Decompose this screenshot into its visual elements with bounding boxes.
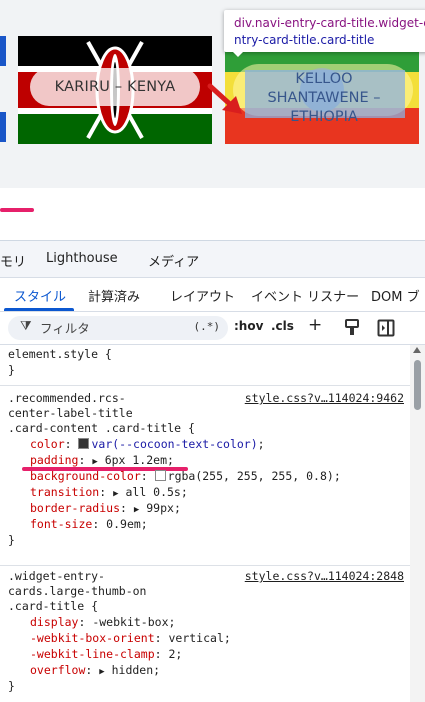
devtools-panel: モリ Lighthouse メディア スタイル 計算済み レイアウト イベント … [0,240,425,702]
card-title-ethiopia-text: KELLOO SHANTAWENE – ETHIOPIA [267,71,381,125]
decl-transition-value: all 0.5s [125,485,181,499]
card-title-kenya: KARIRU – KENYA [30,68,200,106]
new-style-rule-button[interactable]: + [308,315,322,335]
decl-background-color[interactable]: background-color: rgba(255, 255, 255, 0.… [30,469,341,485]
decl-padding-prop: padding [30,453,79,467]
element-style-close: } [8,363,15,377]
decl-box-orient-prop: -webkit-box-orient [30,631,155,645]
decl-border-radius[interactable]: border-radius: ▶ 99px; [30,501,181,519]
tab-event-listeners[interactable]: イベント リスナー [251,286,359,305]
toggle-sidebar-icon[interactable] [377,319,395,337]
decl-radius-value: 99px [146,501,174,515]
rule1-selector-line2: center-label-title [8,406,133,420]
tab-layout[interactable]: レイアウト [170,286,235,305]
active-tab-indicator [4,308,74,311]
decl-padding-value: 6px 1.2em [104,453,167,467]
element-style-selector: element.style { [8,347,112,361]
element-inspect-tooltip: div.navi-entry-card-title.widget-e ntry-… [224,10,425,52]
decl-display-value: -webkit-box [92,615,169,629]
element-style-rule[interactable]: element.style { } [0,347,410,381]
decl-display-prop: display [30,615,79,629]
filter-input[interactable] [40,318,190,338]
decl-transition-prop: transition [30,485,100,499]
rule2-source-link[interactable]: style.css?v…114024:2848 [245,569,404,585]
decl-bg-prop: background-color [30,469,141,483]
tab-lighthouse[interactable]: Lighthouse [46,251,118,266]
decl-font-size-prop: font-size [30,517,93,531]
class-toggle-button[interactable]: .cls [271,319,294,333]
rule-separator [0,385,410,386]
decl-font-size-value: 0.9em [106,517,141,531]
scroll-up-arrow-icon[interactable] [413,347,421,353]
tab-memory[interactable]: モリ [0,251,26,270]
decl-radius-prop: border-radius [30,501,121,515]
decl-display[interactable]: display: -webkit-box; [30,615,175,631]
entry-card-ethiopia[interactable]: KELLOO SHANTAWENE – ETHIOPIA [225,36,419,144]
page-preview: KARIRU – KENYA KELLOO SHANTAWENE – ETHIO… [0,0,425,188]
styles-toolbar: ⧩ (.*) :hov .cls + [0,312,425,345]
annotation-arrow-icon [207,83,242,114]
tooltip-line-2: ntry-card-title.card-title [234,33,375,47]
styles-scrollbar[interactable] [410,345,425,702]
expand-triangle-icon[interactable]: ▶ [99,667,104,677]
tooltip-line-1: div.navi-entry-card-title.widget-e [234,16,425,30]
tooltip-arrow [232,51,244,57]
annotation-highlight-mark [0,208,34,212]
color-swatch[interactable] [78,438,90,449]
tab-computed[interactable]: 計算済み [88,286,140,305]
decl-color-value: var(--cocoon-text-color) [91,437,258,451]
expand-triangle-icon[interactable]: ▶ [134,505,139,515]
decl-transition[interactable]: transition: ▶ all 0.5s; [30,485,188,503]
elements-sub-tabs: スタイル 計算済み レイアウト イベント リスナー DOM ブ [0,278,425,312]
expand-triangle-icon[interactable]: ▶ [92,457,97,467]
tab-styles[interactable]: スタイル [14,286,66,305]
rule2-selector-line2: cards.large-thumb-on [8,584,147,598]
hover-state-button[interactable]: :hov [234,319,263,333]
rule1-selector-line1: .recommended.rcs- [8,391,126,405]
tab-dom-breakpoints[interactable]: DOM ブ [371,286,420,305]
bg-color-swatch[interactable] [154,470,166,481]
card-title-ethiopia: KELLOO SHANTAWENE – ETHIOPIA [243,70,405,130]
filter-icon: ⧩ [20,319,32,334]
styles-pane: element.style { } .recommended.rcs- cent… [0,345,410,702]
decl-overflow-value: hidden [111,663,154,677]
decl-color[interactable]: color: var(--cocoon-text-color); [30,437,265,453]
filter-box: ⧩ (.*) [8,316,228,340]
rule1-close: } [8,533,15,547]
decl-box-orient[interactable]: -webkit-box-orient: vertical; [30,631,231,647]
rule1-source-link[interactable]: style.css?v…114024:9462 [245,391,404,407]
card-edge-left-top [0,36,6,66]
tab-media[interactable]: メディア [148,251,199,270]
decl-box-orient-value: vertical [168,631,224,645]
paint-brush-icon[interactable] [344,319,360,337]
scroll-thumb[interactable] [414,360,421,410]
rule2-selector-line1: .widget-entry- [8,569,105,583]
entry-card-kenya[interactable]: KARIRU – KENYA [18,36,212,144]
regex-toggle[interactable]: (.*) [194,320,221,333]
rule1-selector-line3: .card-content .card-title { [8,421,195,435]
rule2-selector-line3: .card-title { [8,599,99,613]
decl-font-size[interactable]: font-size: 0.9em; [30,517,148,533]
decl-color-prop: color [30,437,65,451]
style-rule-card-title[interactable]: .recommended.rcs- center-label-title .ca… [0,391,410,561]
expand-triangle-icon[interactable]: ▶ [113,489,118,499]
style-rule-widget-card-title[interactable]: .widget-entry- cards.large-thumb-on .car… [0,569,410,702]
decl-overflow[interactable]: overflow: ▶ hidden; [30,663,160,681]
decl-bg-value: rgba(255, 255, 255, 0.8) [167,469,334,483]
decl-line-clamp[interactable]: -webkit-line-clamp: 2; [30,647,182,663]
devtools-main-tabs: モリ Lighthouse メディア [0,241,425,278]
rule2-close: } [8,679,15,693]
decl-line-clamp-prop: -webkit-line-clamp [30,647,155,661]
card-edge-left-bottom [0,112,6,142]
decl-overflow-prop: overflow [30,663,86,677]
rule-separator [0,565,410,566]
